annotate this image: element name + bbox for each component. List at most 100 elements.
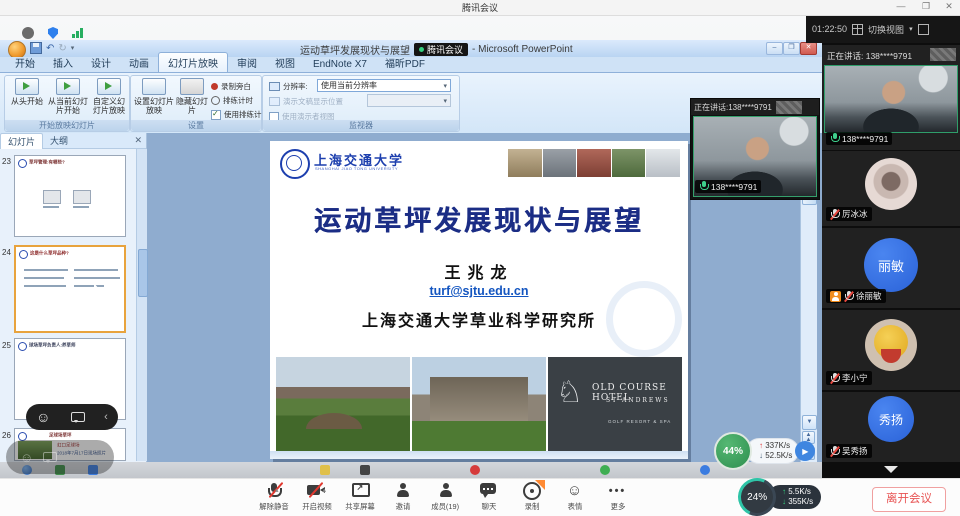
meeting-info-icon[interactable] — [22, 27, 34, 39]
taskbar-app-icon[interactable] — [470, 465, 480, 475]
minimize-icon[interactable]: — — [894, 1, 908, 11]
taskbar-app-icon[interactable] — [320, 465, 330, 475]
share-performance-badge[interactable]: 44% ↑ 337K/s ↓ 52.5K/s ▶ — [714, 432, 815, 470]
meeting-timer: 01:22:50 — [812, 24, 847, 34]
record-icon — [523, 482, 541, 500]
invite-button[interactable]: 邀请 — [381, 482, 424, 512]
slide-number: 25 — [2, 341, 11, 350]
collapse-arrow-button[interactable]: ▶ — [795, 441, 815, 461]
ppt-minimize-button[interactable]: – — [766, 42, 783, 55]
more-button[interactable]: ••• 更多 — [596, 482, 639, 512]
smiley-icon: ☺ — [567, 482, 582, 499]
emoji-icon: ☺ — [20, 450, 33, 465]
tab-slides-thumbnails[interactable]: 幻灯片 — [0, 133, 43, 149]
cpu-percent-badge[interactable]: 44% — [714, 432, 752, 470]
custom-slideshow-button[interactable]: 自定义幻灯片放映 — [91, 78, 127, 115]
share-screen-icon — [351, 483, 369, 498]
panel-close-icon[interactable]: ✕ — [134, 135, 142, 146]
participant-tile[interactable]: 厉冰冰 — [822, 151, 960, 226]
slide-thumbnail-23[interactable]: 草坪管理:有哪些? — [14, 155, 126, 237]
tab-animations[interactable]: 动画 — [120, 53, 158, 72]
chevron-down-icon[interactable]: ▾ — [909, 25, 913, 33]
participant-video[interactable] — [824, 65, 958, 133]
security-shield-icon[interactable] — [48, 27, 58, 39]
participant-tile[interactable]: 丽敏 徐丽敏 — [822, 228, 960, 308]
network-status-badge[interactable]: 24% ↑ 5.5K/s ↓ 355K/s — [738, 478, 821, 516]
tab-design[interactable]: 设计 — [82, 53, 120, 72]
group-label: 开始放映幻灯片 — [5, 120, 129, 131]
members-icon — [438, 483, 454, 498]
download-arrow-icon: ↓ — [759, 451, 763, 460]
scroll-participants-down-icon[interactable] — [884, 466, 898, 473]
taskbar-app-icon[interactable] — [600, 465, 610, 475]
tab-endnote[interactable]: EndNote X7 — [304, 57, 376, 72]
reaction-quickbar[interactable]: ☺ ‹ — [26, 404, 118, 430]
share-screen-button[interactable]: 共享屏幕 — [338, 482, 381, 512]
taskbar-app-icon[interactable] — [360, 465, 370, 475]
hide-slide-button[interactable]: 隐藏幻灯片 — [176, 78, 208, 115]
show-on-select[interactable]: ▾ — [367, 94, 451, 107]
tab-view[interactable]: 视图 — [266, 53, 304, 72]
monitor-icon — [269, 97, 280, 106]
unmute-button[interactable]: ▴ 解除静音 — [252, 482, 295, 512]
mic-muted-icon — [830, 373, 839, 384]
university-name-en: SHANGHAI JIAO TONG UNIVERSITY — [315, 166, 398, 171]
start-video-button[interactable]: ▴ 开启视频 — [295, 482, 338, 512]
setup-slideshow-button[interactable]: 设置幻灯片放映 — [134, 78, 174, 115]
switch-view-button[interactable]: 切换视图 — [868, 23, 904, 36]
emoji-button[interactable]: ☺ 表情 — [553, 482, 596, 512]
chevron-up-icon[interactable]: ▴ — [322, 486, 326, 494]
tab-insert[interactable]: 插入 — [44, 53, 82, 72]
strip-photo — [508, 149, 542, 177]
chat-icon — [480, 483, 497, 498]
resolution-select[interactable]: 使用当前分辨率 ▾ — [317, 79, 451, 92]
chat-button[interactable]: 聊天 — [467, 482, 510, 512]
participant-tile[interactable]: 李小宁 — [822, 310, 960, 390]
tab-slideshow[interactable]: 幻灯片放映 — [158, 52, 228, 72]
more-dots-icon: ••• — [609, 485, 627, 497]
emoji-icon[interactable]: ☺ — [36, 409, 50, 425]
qat-dropdown-icon[interactable]: ▾ — [71, 44, 75, 52]
chat-icon — [43, 452, 56, 463]
from-current-slide-button[interactable]: 从当前幻灯片开始 — [47, 78, 89, 115]
use-rehearsed-timings-option[interactable]: 使用排练计时 — [211, 109, 269, 120]
email-link[interactable]: turf@sjtu.edu.cn — [270, 284, 688, 298]
rehearse-timings-option[interactable]: 排练计时 — [211, 95, 253, 106]
tab-home[interactable]: 开始 — [6, 53, 44, 72]
upload-arrow-icon: ↑ — [759, 441, 763, 450]
participant-tile[interactable]: 秀扬 吴秀扬 — [822, 392, 960, 462]
ppt-close-button[interactable]: ✕ — [800, 42, 817, 55]
from-beginning-button[interactable]: 从头开始 — [9, 78, 45, 106]
net-percent-badge[interactable]: 24% — [733, 473, 782, 516]
close-icon[interactable]: ✕ — [942, 1, 956, 12]
floating-speaker-window[interactable]: 正在讲话:138****9791 138****9791 — [690, 98, 820, 200]
tab-foxit-pdf[interactable]: 福昕PDF — [376, 53, 434, 72]
members-button[interactable]: 成员(19) — [424, 482, 467, 512]
chevron-up-icon[interactable]: ▴ — [275, 486, 279, 494]
chat-icon[interactable] — [71, 412, 84, 423]
panel-scrollbar[interactable] — [136, 149, 147, 461]
ppt-restore-button[interactable]: ❐ — [783, 42, 800, 55]
undo-icon[interactable]: ↶ — [46, 43, 54, 54]
slide-thumbnail-24-selected[interactable]: 这是什么草坪品种? — [14, 245, 126, 333]
tab-review[interactable]: 审阅 — [228, 53, 266, 72]
meeting-topbar: 01:22:50 切换视图 ▾ — [806, 15, 960, 43]
leave-meeting-button[interactable]: 离开会议 — [872, 487, 946, 512]
speaker-tile[interactable]: 正在讲话: 138****9791 138****9791 — [822, 45, 960, 150]
record-button[interactable]: 录制 — [510, 482, 553, 512]
windows-taskbar[interactable] — [0, 462, 822, 478]
fullscreen-icon[interactable] — [918, 24, 929, 35]
maximize-icon[interactable]: ❐ — [919, 1, 933, 12]
scrollbar-thumb[interactable] — [138, 249, 148, 297]
collapse-left-icon[interactable]: ‹ — [104, 411, 108, 423]
tab-outline[interactable]: 大纲 — [43, 133, 75, 148]
record-narration-option[interactable]: 录制旁白 — [211, 81, 251, 92]
scroll-down-icon[interactable]: ▼ — [802, 415, 817, 430]
checkbox-checked-icon[interactable] — [211, 110, 221, 120]
ppt-title-suffix: - Microsoft PowerPoint — [472, 44, 573, 55]
slide-title: 运动草坪发展现状与展望 — [270, 199, 688, 238]
taskbar-app-icon[interactable] — [700, 465, 710, 475]
avatar — [865, 319, 917, 371]
strip-photo — [577, 149, 611, 177]
redo-icon[interactable]: ↻ — [58, 43, 66, 54]
